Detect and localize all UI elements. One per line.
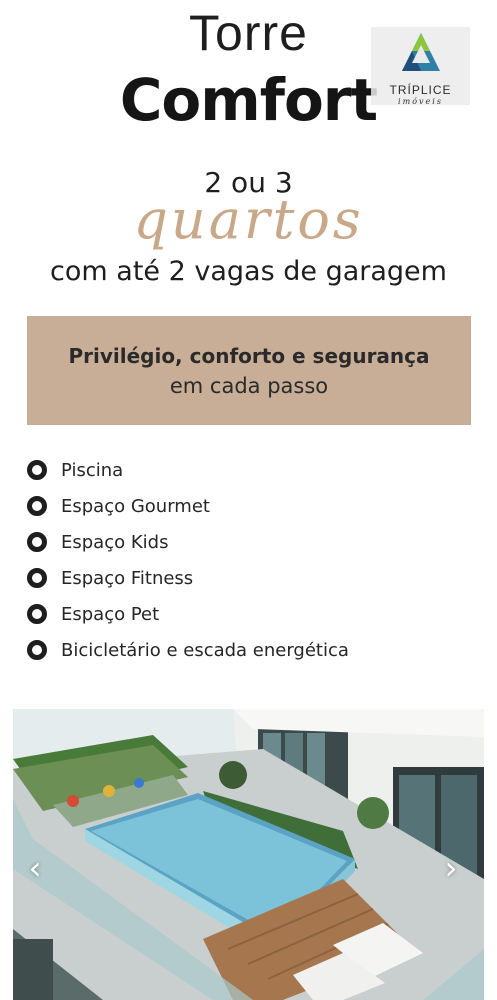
rooftop-pool-illustration [13, 709, 484, 1000]
brand-logo: TRÍPLICE imóveis [371, 27, 470, 106]
feature-item: Espaço Kids [27, 524, 349, 560]
rooms-word: quartos [133, 188, 364, 251]
feature-item: Espaço Pet [27, 596, 349, 632]
bullet-icon [27, 460, 47, 480]
chevron-left-icon[interactable]: ‹ [20, 848, 50, 888]
feature-label: Espaço Kids [61, 531, 169, 553]
bullet-icon [27, 640, 47, 660]
feature-label: Espaço Pet [61, 603, 160, 625]
logo-subtitle: imóveis [398, 97, 443, 106]
feature-item: Bicicletário e escada energética [27, 632, 349, 668]
feature-label: Espaço Fitness [61, 567, 194, 589]
feature-item: Espaço Gourmet [27, 488, 349, 524]
chevron-right-icon[interactable]: › [436, 848, 466, 888]
banner-subtitle: em cada passo [169, 374, 329, 398]
carousel-image[interactable] [13, 709, 484, 1000]
feature-item: Piscina [27, 452, 349, 488]
promo-banner: Privilégio, conforto e segurança em cada… [27, 316, 471, 425]
banner-title: Privilégio, conforto e segurança [68, 344, 430, 368]
bullet-icon [27, 496, 47, 516]
feature-item: Espaço Fitness [27, 560, 349, 596]
bullet-icon [27, 532, 47, 552]
bullet-icon [27, 604, 47, 624]
bullet-icon [27, 568, 47, 588]
feature-list: Piscina Espaço Gourmet Espaço Kids Espaç… [27, 452, 349, 668]
logo-name: TRÍPLICE [389, 83, 452, 97]
feature-label: Piscina [61, 459, 124, 481]
feature-label: Bicicletário e escada energética [61, 639, 349, 661]
triangle-logo-icon [402, 33, 440, 71]
feature-label: Espaço Gourmet [61, 495, 210, 517]
parking-text: com até 2 vagas de garagem [50, 256, 447, 287]
